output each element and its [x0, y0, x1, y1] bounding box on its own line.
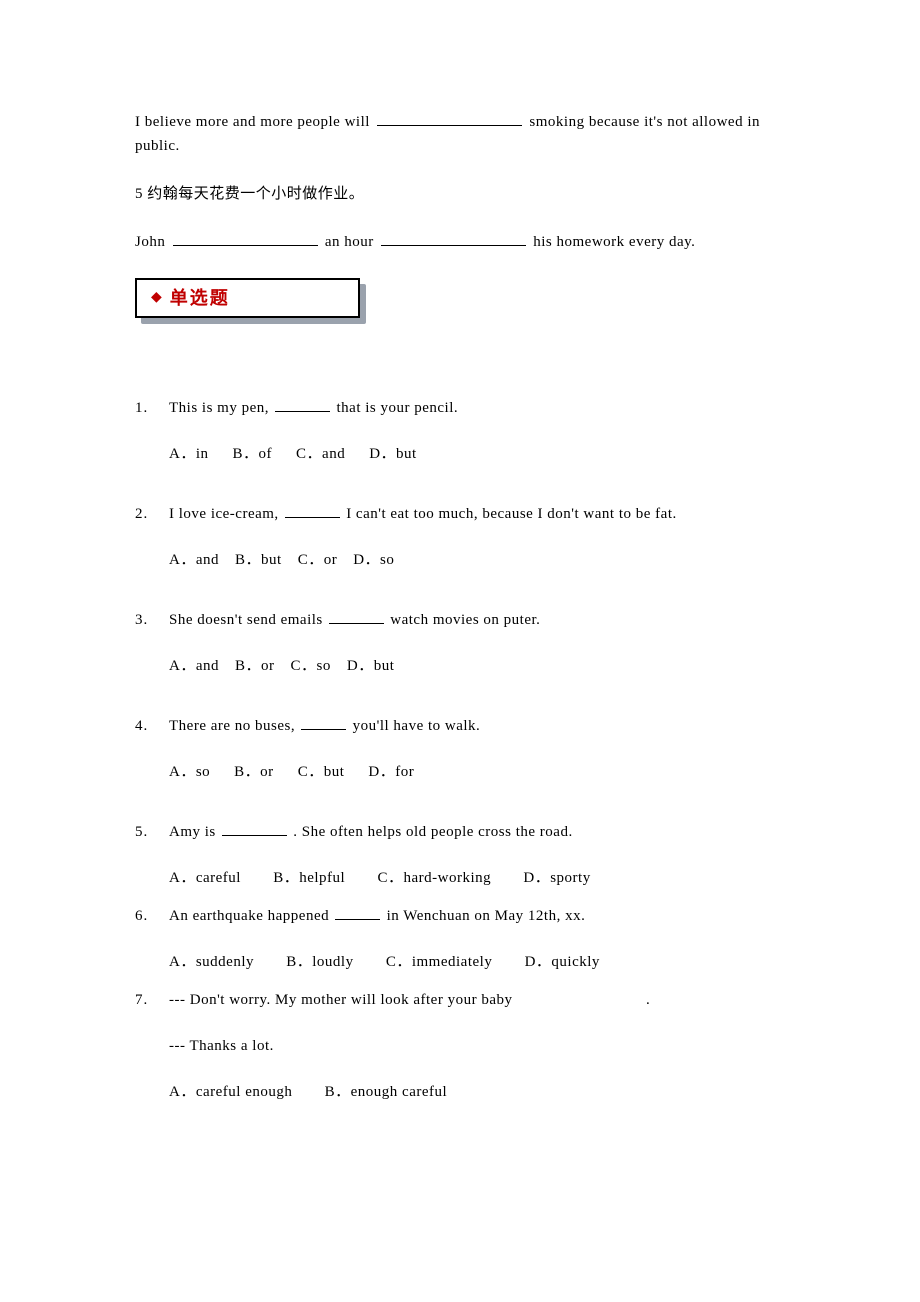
question-number: 2. [135, 502, 169, 526]
text: you'll have to walk. [353, 718, 481, 734]
option-a[interactable]: A．in [169, 442, 209, 466]
option-b[interactable]: B．of [233, 442, 273, 466]
option-b[interactable]: B．loudly [286, 954, 353, 970]
question-2: 2. I love ice-cream, I can't eat too muc… [135, 502, 785, 594]
question-5: 5. Amy is . She often helps old people c… [135, 820, 785, 890]
option-b[interactable]: B．or [235, 654, 275, 678]
fill-blank[interactable] [173, 232, 318, 247]
text: . She often helps old people cross the r… [293, 824, 572, 840]
text: watch movies on puter. [390, 612, 540, 628]
option-d[interactable]: D．quickly [525, 954, 600, 970]
option-a[interactable]: A．careful enough [169, 1084, 292, 1100]
question-body: Amy is . She often helps old people cros… [169, 820, 785, 890]
fill-blank[interactable] [329, 610, 384, 625]
question-body: An earthquake happened in Wenchuan on Ma… [169, 904, 785, 974]
question-body: --- Don't worry. My mother will look aft… [169, 988, 785, 1104]
question-body: There are no buses, you'll have to walk.… [169, 714, 785, 806]
text: --- Don't worry. My mother will look aft… [169, 992, 513, 1008]
section-header: ◆ 单选题 [135, 278, 375, 326]
text: an hour [325, 234, 378, 250]
question-number: 6. [135, 904, 169, 928]
option-c[interactable]: C．hard-working [377, 870, 491, 886]
page: I believe more and more people will smok… [0, 0, 920, 1208]
intro-sentence-2: 5 约翰每天花费一个小时做作业。 [135, 182, 785, 206]
question-body: I love ice-cream, I can't eat too much, … [169, 502, 785, 594]
option-b[interactable]: B．enough careful [325, 1084, 448, 1100]
text: This is my pen, [169, 400, 273, 416]
option-c[interactable]: C．so [291, 654, 331, 678]
question-number: 3. [135, 608, 169, 632]
question-line-1: --- Don't worry. My mother will look aft… [169, 988, 785, 1012]
options: A．suddenly B．loudly C．immediately D．quic… [169, 950, 785, 974]
section-box: ◆ 单选题 [135, 278, 360, 318]
text: Amy is [169, 824, 220, 840]
question-number: 4. [135, 714, 169, 738]
fill-blank[interactable] [285, 504, 340, 519]
text: She doesn't send emails [169, 612, 327, 628]
question-body: She doesn't send emails watch movies on … [169, 608, 785, 700]
question-line-2: --- Thanks a lot. [169, 1034, 785, 1058]
option-d[interactable]: D．sporty [523, 870, 590, 886]
question-text: She doesn't send emails watch movies on … [169, 608, 785, 632]
text: I believe more and more people will [135, 114, 374, 130]
options: A．and B．but C．or D．so [169, 548, 785, 572]
text: I can't eat too much, because I don't wa… [346, 506, 677, 522]
text: John [135, 234, 170, 250]
question-number: 1. [135, 396, 169, 420]
fill-blank[interactable] [381, 232, 526, 247]
question-text: Amy is . She often helps old people cros… [169, 820, 785, 844]
text: An earthquake happened [169, 908, 333, 924]
option-a[interactable]: A．so [169, 760, 210, 784]
fill-blank[interactable] [275, 398, 330, 413]
question-number: 5. [135, 820, 169, 844]
text: . [646, 992, 650, 1008]
options: A．in B．of C．and D．but [169, 442, 785, 466]
option-b[interactable]: B．helpful [273, 870, 345, 886]
fill-blank[interactable] [377, 112, 522, 127]
option-a[interactable]: A．and [169, 654, 219, 678]
question-text: I love ice-cream, I can't eat too much, … [169, 502, 785, 526]
question-7: 7. --- Don't worry. My mother will look … [135, 988, 785, 1104]
section-label: 单选题 [170, 284, 230, 313]
options: A．careful enough B．enough careful [169, 1080, 785, 1104]
option-d[interactable]: D．so [353, 548, 394, 572]
text: in Wenchuan on May 12th, xx. [387, 908, 586, 924]
intro-sentence-1: I believe more and more people will smok… [135, 110, 785, 158]
question-6: 6. An earthquake happened in Wenchuan on… [135, 904, 785, 974]
question-text: There are no buses, you'll have to walk. [169, 714, 785, 738]
option-d[interactable]: D．but [347, 654, 395, 678]
intro-sentence-3: John an hour his homework every day. [135, 230, 785, 254]
option-d[interactable]: D．for [368, 760, 414, 784]
option-a[interactable]: A．suddenly [169, 954, 254, 970]
question-body: This is my pen, that is your pencil. A．i… [169, 396, 785, 488]
fill-blank[interactable] [301, 716, 346, 731]
option-c[interactable]: C．and [296, 442, 345, 466]
question-1: 1. This is my pen, that is your pencil. … [135, 396, 785, 488]
fill-blank[interactable] [222, 822, 287, 837]
question-text: An earthquake happened in Wenchuan on Ma… [169, 904, 785, 928]
question-4: 4. There are no buses, you'll have to wa… [135, 714, 785, 806]
option-a[interactable]: A．and [169, 548, 219, 572]
option-c[interactable]: C．but [298, 760, 345, 784]
text: I love ice-cream, [169, 506, 279, 522]
option-b[interactable]: B．or [234, 760, 274, 784]
option-c[interactable]: C．immediately [386, 954, 492, 970]
question-3: 3. She doesn't send emails watch movies … [135, 608, 785, 700]
text: that is your pencil. [337, 400, 459, 416]
text: his homework every day. [533, 234, 695, 250]
option-b[interactable]: B．but [235, 548, 282, 572]
options: A．so B．or C．but D．for [169, 760, 785, 784]
options: A．careful B．helpful C．hard-working D．spo… [169, 866, 785, 890]
option-a[interactable]: A．careful [169, 870, 241, 886]
option-d[interactable]: D．but [369, 442, 417, 466]
option-c[interactable]: C．or [298, 548, 338, 572]
text: There are no buses, [169, 718, 295, 734]
options: A．and B．or C．so D．but [169, 654, 785, 678]
question-number: 7. [135, 988, 169, 1012]
diamond-icon: ◆ [151, 287, 162, 309]
fill-blank[interactable] [335, 906, 380, 921]
question-text: This is my pen, that is your pencil. [169, 396, 785, 420]
